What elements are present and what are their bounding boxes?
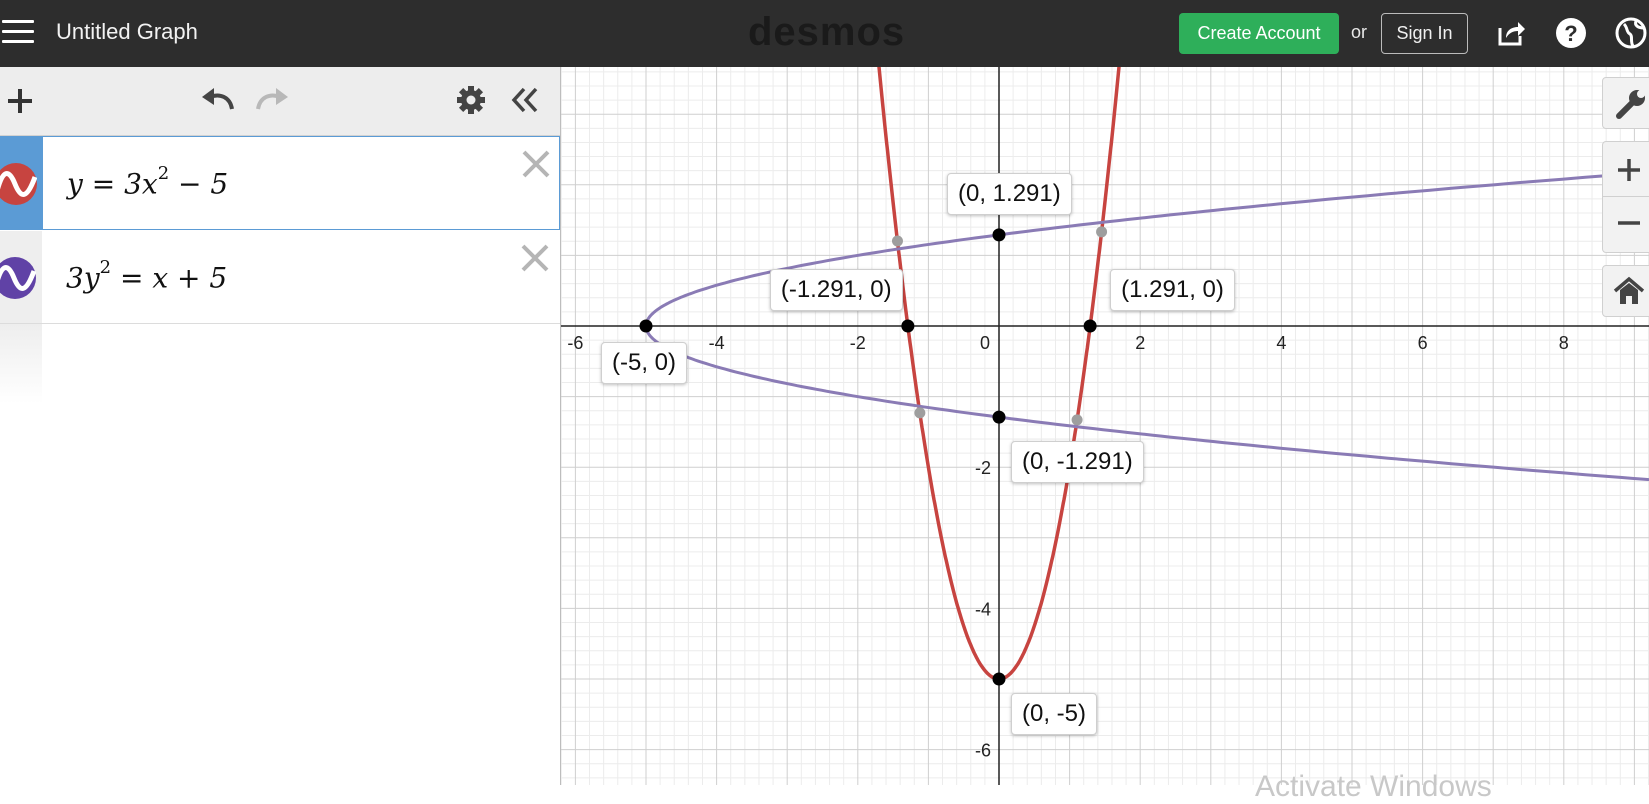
add-icon[interactable] xyxy=(6,87,34,120)
point-marker xyxy=(901,319,915,333)
point-label[interactable]: (0, 1.291) xyxy=(947,172,1072,215)
point-label[interactable]: (1.291, 0) xyxy=(1110,269,1235,311)
delete-expression-icon[interactable] xyxy=(520,243,550,273)
x-tick-label: -4 xyxy=(709,333,725,353)
math-exponent: 2 xyxy=(99,257,112,278)
or-text: or xyxy=(1351,22,1368,42)
zoom-controls xyxy=(1602,141,1649,253)
point-marker xyxy=(1083,319,1097,333)
math-exponent: 2 xyxy=(157,163,170,184)
settings-icon[interactable] xyxy=(456,85,486,120)
math-text: = x + 5 xyxy=(111,261,228,295)
expression-math-2[interactable]: 3y2 = x + 5 xyxy=(66,257,228,295)
new-expression-row[interactable] xyxy=(0,324,560,404)
desmos-logo: desmos xyxy=(748,10,906,54)
svg-text:?: ? xyxy=(1564,21,1577,46)
x-tick-label: 6 xyxy=(1418,333,1428,353)
expression-tab xyxy=(0,324,42,404)
intersection-point xyxy=(914,407,926,419)
zoom-out-icon xyxy=(1618,221,1640,225)
math-text: = 3x xyxy=(82,167,158,201)
y-tick-label: -4 xyxy=(975,599,991,619)
intersection-point xyxy=(1071,414,1083,426)
collapse-panel-icon[interactable] xyxy=(510,85,542,120)
point-marker xyxy=(992,410,1006,424)
help-icon[interactable]: ? xyxy=(1554,16,1588,50)
curve-color-icon[interactable] xyxy=(0,257,37,299)
wrench-icon xyxy=(1616,90,1645,119)
expression-tab[interactable] xyxy=(0,137,43,229)
menu-icon[interactable] xyxy=(2,20,34,46)
y-tick-label: -2 xyxy=(975,458,991,478)
point-label[interactable]: (-5, 0) xyxy=(601,342,688,384)
expression-row-1[interactable]: y = 3x2 − 5 xyxy=(0,136,560,230)
share-icon[interactable] xyxy=(1494,16,1528,50)
zoom-in-button[interactable] xyxy=(1603,142,1649,196)
graph-settings-button[interactable] xyxy=(1602,77,1649,129)
x-tick-label: -6 xyxy=(567,333,583,353)
graph-svg[interactable]: -6 -4 -2 0 2 4 6 8 -2 -4 -6 xyxy=(561,67,1649,785)
x-tick-label: -2 xyxy=(850,333,866,353)
point-label[interactable]: (0, -5) xyxy=(1011,693,1098,735)
activate-windows-watermark: Activate Windows xyxy=(1255,770,1492,803)
math-text: − 5 xyxy=(169,167,229,201)
top-bar: Untitled Graph desmos Create Account or … xyxy=(0,0,1649,67)
curve-color-icon[interactable] xyxy=(0,163,38,205)
x-tick-label: 0 xyxy=(980,333,990,353)
expression-panel: y = 3x2 − 5 3y2 = x + 5 xyxy=(0,67,561,785)
x-tick-label: 8 xyxy=(1559,333,1569,353)
expression-row-2[interactable]: 3y2 = x + 5 xyxy=(0,231,560,324)
intersection-point xyxy=(1096,226,1108,238)
point-label[interactable]: (0, -1.291) xyxy=(1011,441,1144,484)
expression-math-1[interactable]: y = 3x2 − 5 xyxy=(67,163,229,201)
y-tick-label: -6 xyxy=(975,741,991,761)
intersection-point xyxy=(891,235,903,247)
undo-icon[interactable] xyxy=(200,85,236,120)
graph-title[interactable]: Untitled Graph xyxy=(56,19,198,45)
sign-in-button[interactable]: Sign In xyxy=(1381,13,1468,54)
graph-canvas[interactable]: -6 -4 -2 0 2 4 6 8 -2 -4 -6 (0, 1.291) (-1.291, 0) (… xyxy=(561,67,1649,785)
expression-tab[interactable] xyxy=(0,231,42,323)
point-label[interactable]: (-1.291, 0) xyxy=(769,269,903,311)
default-viewport-button[interactable] xyxy=(1602,265,1649,317)
create-account-button[interactable]: Create Account xyxy=(1179,13,1339,54)
redo-icon[interactable] xyxy=(254,85,290,120)
zoom-out-button[interactable] xyxy=(1603,197,1649,251)
x-tick-label: 4 xyxy=(1276,333,1286,353)
point-marker xyxy=(639,319,653,333)
expression-toolbar xyxy=(0,67,560,136)
math-text: 3y xyxy=(66,261,100,295)
delete-expression-icon[interactable] xyxy=(521,149,551,179)
math-text: y xyxy=(67,167,83,201)
globe-icon[interactable] xyxy=(1614,16,1648,50)
zoom-in-icon xyxy=(1618,159,1640,181)
point-marker xyxy=(992,228,1006,242)
home-icon xyxy=(1613,276,1645,304)
x-tick-label: 2 xyxy=(1135,333,1145,353)
point-marker xyxy=(992,672,1006,686)
